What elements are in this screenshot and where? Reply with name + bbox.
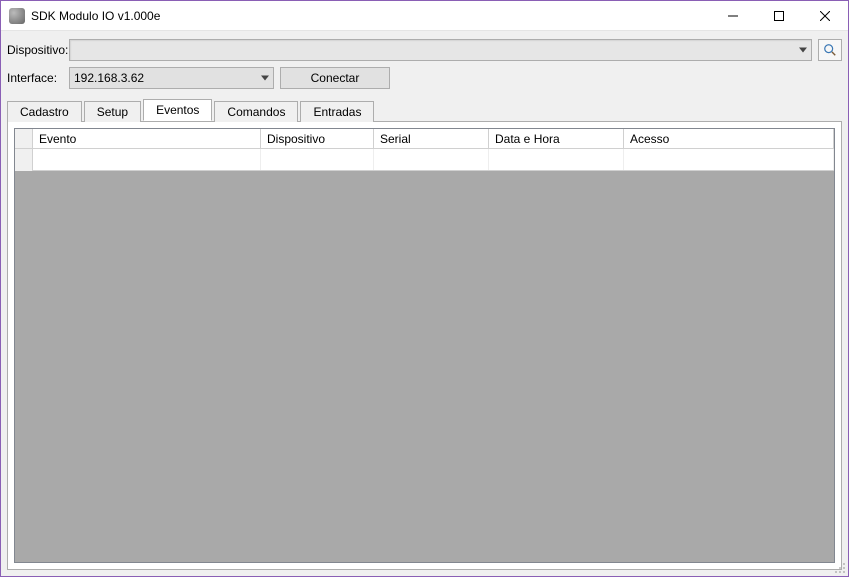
col-head-acesso[interactable]: Acesso	[624, 129, 834, 149]
events-grid[interactable]: Evento Dispositivo Serial Data e Hora Ac…	[14, 128, 835, 563]
maximize-icon	[774, 11, 784, 21]
tab-entradas[interactable]: Entradas	[300, 101, 374, 122]
col-head-datahora[interactable]: Data e Hora	[489, 129, 624, 149]
grid-body	[15, 171, 834, 562]
dispositivo-label: Dispositivo:	[7, 43, 63, 57]
maximize-button[interactable]	[756, 1, 802, 30]
chevron-down-icon	[261, 76, 269, 81]
minimize-button[interactable]	[710, 1, 756, 30]
form-panel: Dispositivo: Interface: 192.168.3.62 Con…	[1, 31, 848, 99]
col-head-dispositivo[interactable]: Dispositivo	[261, 129, 374, 149]
dispositivo-combo[interactable]	[69, 39, 812, 61]
chevron-down-icon	[799, 48, 807, 53]
conectar-button[interactable]: Conectar	[280, 67, 390, 89]
cell-evento[interactable]	[33, 149, 261, 170]
tab-setup[interactable]: Setup	[84, 101, 141, 122]
close-button[interactable]	[802, 1, 848, 30]
tab-cadastro[interactable]: Cadastro	[7, 101, 82, 122]
cell-acesso[interactable]	[624, 149, 834, 170]
interface-label: Interface:	[7, 71, 63, 85]
grid-header-row: Evento Dispositivo Serial Data e Hora Ac…	[15, 129, 834, 149]
window-controls	[710, 1, 848, 30]
minimize-icon	[728, 11, 738, 21]
search-icon	[823, 43, 837, 57]
tab-eventos[interactable]: Eventos	[143, 99, 212, 121]
resize-grip[interactable]	[832, 560, 846, 574]
cell-serial[interactable]	[374, 149, 489, 170]
app-window: SDK Modulo IO v1.000e Dispositivo:	[0, 0, 849, 577]
tab-panel-eventos: Evento Dispositivo Serial Data e Hora Ac…	[7, 121, 842, 570]
col-head-serial[interactable]: Serial	[374, 129, 489, 149]
tab-comandos[interactable]: Comandos	[214, 101, 298, 122]
cell-datahora[interactable]	[489, 149, 624, 170]
window-title: SDK Modulo IO v1.000e	[31, 9, 160, 23]
grid-new-row[interactable]	[15, 149, 834, 171]
search-button[interactable]	[818, 39, 842, 61]
row-header[interactable]	[15, 149, 33, 171]
grid-corner[interactable]	[15, 129, 33, 149]
close-icon	[820, 11, 830, 21]
interface-combo[interactable]: 192.168.3.62	[69, 67, 274, 89]
tab-strip: Cadastro Setup Eventos Comandos Entradas	[1, 99, 848, 121]
cell-dispositivo[interactable]	[261, 149, 374, 170]
app-icon	[9, 8, 25, 24]
title-bar: SDK Modulo IO v1.000e	[1, 1, 848, 31]
col-head-evento[interactable]: Evento	[33, 129, 261, 149]
resize-grip-icon	[832, 560, 846, 574]
interface-value: 192.168.3.62	[74, 71, 144, 85]
